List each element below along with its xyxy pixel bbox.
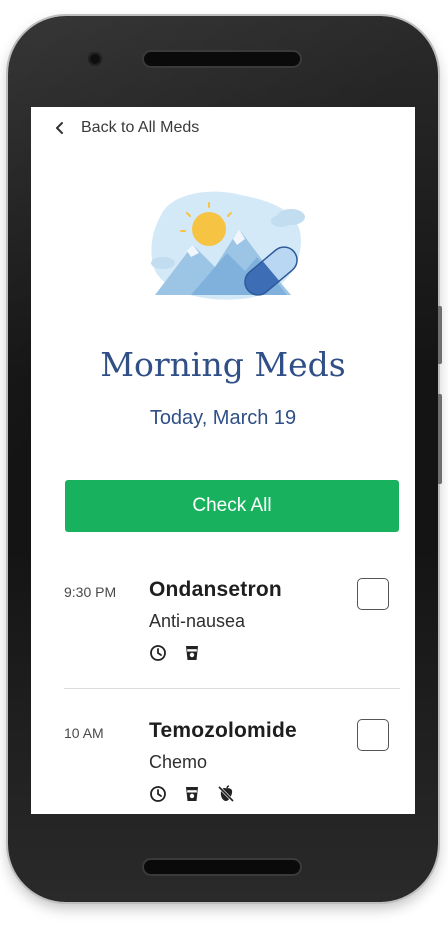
page-title: Morning Meds [100,345,346,384]
med-checkbox[interactable] [357,719,389,751]
no-food-icon [217,785,235,803]
clock-icon [150,645,166,661]
power-button [438,306,442,364]
app-screen: Back to All Meds Morning Meds Today, Mar… [31,107,415,814]
cup-icon [186,646,198,660]
mountain-sun-pill-illustration [151,191,305,300]
volume-button [438,394,442,484]
med-purpose: Anti-nausea [149,611,246,631]
check-all-button[interactable]: Check All [65,480,399,532]
front-camera [88,52,102,66]
med-icon-row [149,785,251,803]
med-list-item: 10 AM Temozolomide Chemo [31,713,415,814]
page-date: Today, March 19 [149,407,297,429]
med-list-item: 9:30 PM Ondansetron Anti-nausea [31,572,415,682]
chevron-left-icon [56,122,63,134]
med-checkbox[interactable] [357,578,389,610]
med-purpose: Chemo [149,752,208,772]
med-name: Ondansetron [149,578,282,601]
med-time: 10 AM [64,725,104,741]
clock-icon [150,786,166,802]
bottom-speaker [144,860,300,874]
med-icon-row [149,644,217,662]
med-name: Temozolomide [149,719,297,742]
back-link[interactable]: Back to All Meds [53,119,199,137]
list-divider [64,688,400,689]
back-link-label: Back to All Meds [81,119,200,136]
cup-icon [186,787,198,801]
phone-frame: Back to All Meds Morning Meds Today, Mar… [8,16,442,902]
top-speaker [144,52,300,66]
med-time: 9:30 PM [64,584,117,600]
